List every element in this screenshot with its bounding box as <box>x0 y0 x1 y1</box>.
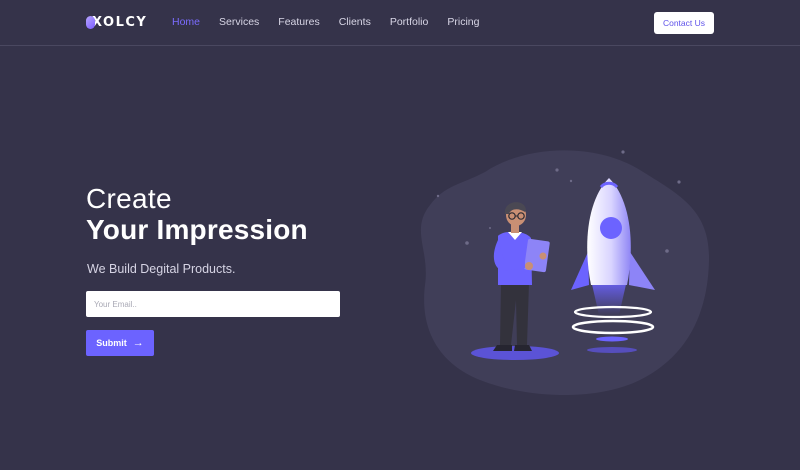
logo-mark-icon <box>86 16 95 29</box>
nav-link-home[interactable]: Home <box>172 16 200 28</box>
submit-button-label: Submit <box>96 338 127 348</box>
hero-title-line-1: Create <box>86 183 172 214</box>
hero-title-line-2: Your Impression <box>86 214 308 245</box>
nav-link-services[interactable]: Services <box>219 16 259 28</box>
email-input[interactable] <box>86 291 340 317</box>
nav-link-pricing[interactable]: Pricing <box>447 16 479 28</box>
logo-text: XOLCY <box>92 15 148 30</box>
background-blob <box>421 150 710 395</box>
submit-button[interactable]: Submit → <box>86 330 154 356</box>
nav-link-portfolio[interactable]: Portfolio <box>390 16 429 28</box>
nav-link-features[interactable]: Features <box>278 16 319 28</box>
rocket-illustration <box>421 150 710 395</box>
nav-links: Home Services Features Clients Portfolio… <box>172 16 498 28</box>
top-navbar: XOLCY Home Services Features Clients Por… <box>0 0 800 46</box>
contact-us-button[interactable]: Contact Us <box>654 12 714 34</box>
logo[interactable]: XOLCY <box>86 15 147 30</box>
nav-link-clients[interactable]: Clients <box>339 16 371 28</box>
hero-subtitle: We Build Degital Products. <box>87 262 236 276</box>
arrow-right-icon: → <box>132 337 144 349</box>
